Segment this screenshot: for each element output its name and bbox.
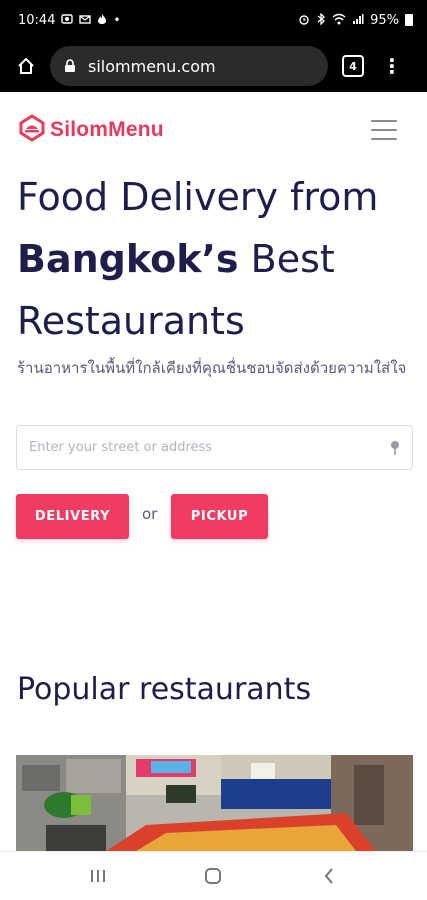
alarm-icon xyxy=(298,13,310,28)
bluetooth-icon xyxy=(316,11,326,28)
or-separator: or xyxy=(142,505,158,523)
site-header: SilomMenu xyxy=(0,92,427,168)
hero-title-rest: Best xyxy=(238,237,335,281)
popular-restaurants-heading: Popular restaurants xyxy=(17,672,312,707)
url-text: silommenu.com xyxy=(88,56,216,76)
pickup-button[interactable]: PICKUP xyxy=(171,494,268,539)
mail-icon xyxy=(79,13,92,28)
delivery-button[interactable]: DELIVERY xyxy=(16,494,129,539)
hero-subtitle: ร้านอาหารในพื้นที่ใกล้เคียงที่คุณชื่นชอบ… xyxy=(17,359,407,377)
home-nav-icon[interactable] xyxy=(193,861,233,891)
address-input[interactable] xyxy=(29,440,390,455)
browser-toolbar: silommenu.com 4 ⋮ xyxy=(0,40,427,92)
dot-icon: • xyxy=(113,13,121,27)
more-vert-icon[interactable]: ⋮ xyxy=(382,56,402,76)
status-bar: 10:44 • 95% xyxy=(0,0,427,40)
status-left: 10:44 • xyxy=(18,13,121,28)
address-bar[interactable]: silommenu.com xyxy=(50,46,328,86)
lock-icon xyxy=(64,59,76,73)
status-time: 10:44 xyxy=(18,12,56,28)
address-field[interactable] xyxy=(16,425,413,470)
fire-icon xyxy=(97,13,107,28)
hero-title-line1: Food Delivery from xyxy=(17,175,379,219)
battery-icon xyxy=(405,14,413,26)
home-icon[interactable] xyxy=(10,50,42,82)
battery-percent: 95% xyxy=(370,12,399,28)
signal-icon xyxy=(352,13,364,28)
hero-title-line3: Restaurants xyxy=(17,299,245,343)
restaurant-card-image[interactable] xyxy=(16,755,413,851)
tab-switcher-button[interactable]: 4 xyxy=(342,55,364,77)
wifi-icon xyxy=(332,13,346,28)
photo-icon xyxy=(61,13,74,28)
back-icon[interactable] xyxy=(309,861,349,891)
hamburger-menu-icon[interactable] xyxy=(371,120,397,140)
hero-title: Food Delivery from Bangkok’s Best Restau… xyxy=(17,166,417,352)
restaurant-street-photo xyxy=(16,755,413,851)
map-pin-icon[interactable] xyxy=(390,440,400,456)
status-right: 95% xyxy=(298,11,413,28)
hero-title-bold: Bangkok’s xyxy=(17,237,239,281)
logo-text: SilomMenu xyxy=(50,118,164,141)
recent-apps-icon[interactable] xyxy=(78,861,118,891)
logo-icon xyxy=(18,114,46,146)
logo[interactable]: SilomMenu xyxy=(18,114,164,146)
android-nav-bar xyxy=(0,851,427,900)
